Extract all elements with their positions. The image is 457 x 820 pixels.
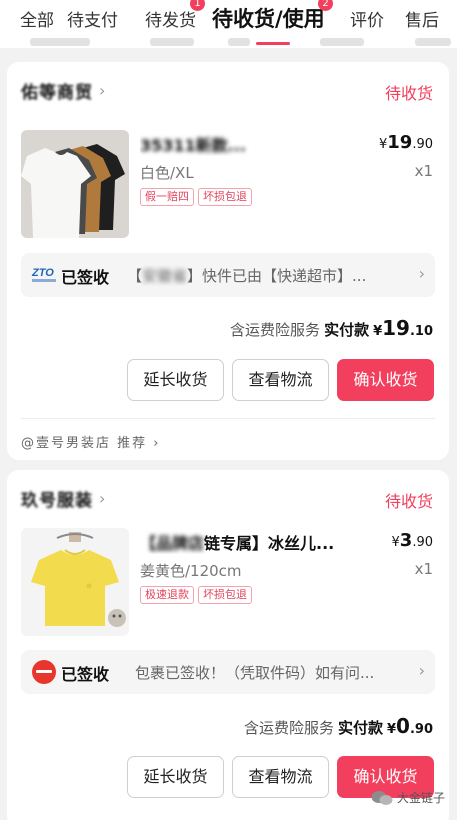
tracking-message: 【安徽省】快件已由【快递超市】... xyxy=(127,267,367,285)
confirm-receipt-button[interactable]: 确认收货 xyxy=(337,359,434,401)
product-price: ¥19.90 xyxy=(378,132,433,153)
tab-pending-payment[interactable]: 待支付 xyxy=(67,6,118,31)
chevron-right-icon: › xyxy=(418,264,425,283)
chevron-right-icon: › xyxy=(418,661,425,680)
courier-logo-icon xyxy=(32,660,56,684)
extend-receipt-button[interactable]: 延长收货 xyxy=(127,359,224,401)
service-tag: 坏损包退 xyxy=(198,586,252,604)
active-tab-indicator xyxy=(256,42,290,45)
tracking-status: 已签收 xyxy=(61,665,110,684)
order-status: 待收货 xyxy=(384,492,433,511)
product-title[interactable]: 【品牌店链专属】冰丝儿... xyxy=(140,530,360,554)
service-tags: 极速退款 坏损包退 xyxy=(140,586,252,604)
payment-summary: 含运费险服务 实付款 ¥0.90 xyxy=(243,714,433,738)
product-price: ¥3.90 xyxy=(391,530,434,551)
chevron-right-icon: › xyxy=(99,488,106,508)
recommend-link[interactable]: @壹号男装店 推荐 › xyxy=(21,432,160,451)
order-status: 待收货 xyxy=(384,84,433,103)
watermark: 大金链子 xyxy=(371,789,445,806)
product-title[interactable]: 35311新款... xyxy=(140,132,360,156)
zto-logo-icon: ZTO xyxy=(31,267,56,282)
product-quantity: x1 xyxy=(414,560,433,578)
tracking-status: 已签收 xyxy=(61,268,110,287)
service-tag: 假一赔四 xyxy=(140,188,194,206)
shop-name: 玖号服装 xyxy=(21,490,93,511)
product-spec: 姜黄色/120cm xyxy=(140,562,242,580)
tracking-message: 包裹已签收！（凭取件码）如有问... xyxy=(135,664,375,682)
order-card: 玖号服装 › 待收货 【品牌店链专属】冰丝儿... ¥3.90 姜黄色/120c… xyxy=(7,470,449,820)
order-card: 佑等商贸 › 待收货 35311新款... ¥19.90 白色/XL x1 假一… xyxy=(7,62,449,460)
chevron-right-icon: › xyxy=(99,80,106,100)
wechat-icon xyxy=(371,790,393,805)
svg-text:ZTO: ZTO xyxy=(31,267,54,279)
service-tag: 极速退款 xyxy=(140,586,194,604)
shop-header[interactable]: 玖号服装 › xyxy=(21,486,106,511)
payment-summary: 含运费险服务 实付款 ¥19.10 xyxy=(230,316,433,340)
tracking-summary[interactable]: 已签收 包裹已签收！（凭取件码）如有问... › xyxy=(21,650,435,694)
product-image[interactable] xyxy=(21,528,129,636)
tab-all[interactable]: 全部 xyxy=(20,6,54,31)
shop-name: 佑等商贸 xyxy=(21,82,93,103)
service-tag: 坏损包退 xyxy=(198,188,252,206)
product-spec: 白色/XL xyxy=(140,164,194,182)
divider xyxy=(21,418,435,419)
tracking-summary[interactable]: ZTO 已签收 【安徽省】快件已由【快递超市】... › xyxy=(21,253,435,297)
product-image[interactable] xyxy=(21,130,129,238)
pending-shipment-badge: 1 xyxy=(190,0,205,11)
pending-receipt-badge: 2 xyxy=(318,0,333,11)
tab-after-sales[interactable]: 售后 xyxy=(405,6,439,31)
view-logistics-button[interactable]: 查看物流 xyxy=(232,359,329,401)
view-logistics-button[interactable]: 查看物流 xyxy=(232,756,329,798)
tab-pending-shipment[interactable]: 待发货 xyxy=(145,6,196,31)
tab-review[interactable]: 评价 xyxy=(350,6,384,31)
tab-pending-receipt[interactable]: 待收货/使用 xyxy=(212,3,325,33)
service-tags: 假一赔四 坏损包退 xyxy=(140,188,252,206)
product-quantity: x1 xyxy=(414,162,433,180)
sub-filter-strip xyxy=(0,36,457,48)
shop-header[interactable]: 佑等商贸 › xyxy=(21,78,106,103)
extend-receipt-button[interactable]: 延长收货 xyxy=(127,756,224,798)
